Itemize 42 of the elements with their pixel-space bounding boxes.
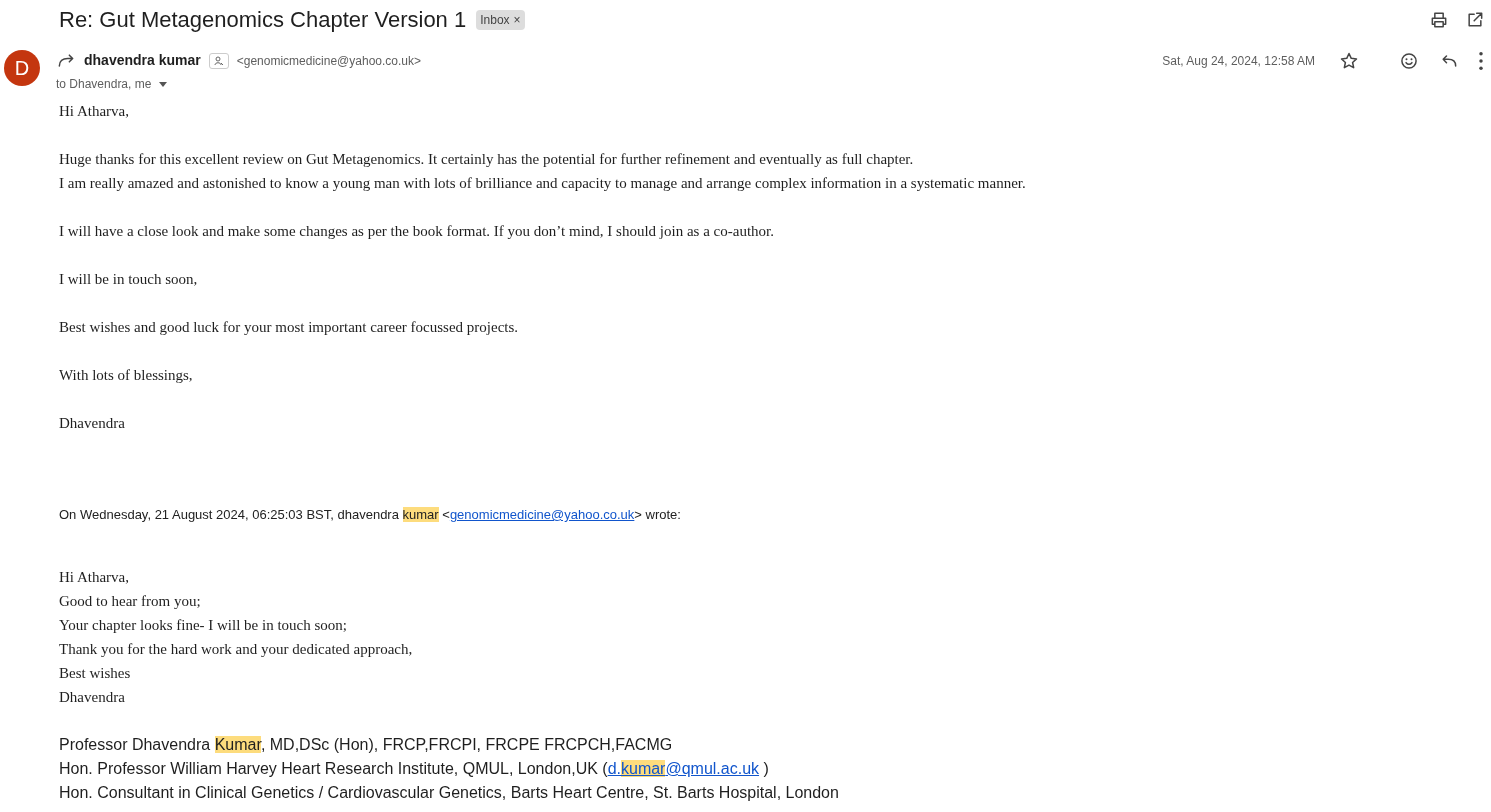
body-text-line: I will be in touch soon, — [59, 270, 199, 289]
quoted-text-line: Good to hear from you; — [59, 592, 202, 611]
printer-icon — [1429, 10, 1449, 30]
quoted-text-line: Thank you for the hard work and your dedicated approach, — [59, 640, 414, 659]
quoted-text-line: Hi Atharva, — [59, 568, 130, 587]
sender-avatar: D — [4, 50, 40, 86]
quoted-text-line: Dhavendra — [59, 688, 126, 707]
body-text-line: With lots of blessings, — [59, 366, 194, 385]
remove-label-button[interactable]: × — [513, 14, 521, 26]
email-link[interactable]: kumar — [621, 760, 666, 777]
body-text-line: I will have a close look and make some changes as per the book format. If you don’t mind, I should join as a co-author. — [59, 222, 775, 241]
recipients-dropdown[interactable]: to Dhavendra, me — [56, 75, 168, 93]
quoted-text-line: Your chapter looks fine- I will be in touch soon; — [59, 616, 349, 635]
smiley-icon — [1399, 50, 1419, 71]
more-options-button[interactable] — [1479, 51, 1483, 70]
contact-badge-icon — [208, 52, 229, 69]
quote-header: On Wednesday, 21 August 2024, 06:25:03 BST, dhavendra kumar <genomicmedicine@yahoo.co.uk> wrote: — [58, 506, 682, 524]
body-text-line: Hi Atharva, — [59, 102, 130, 121]
print-button[interactable] — [1429, 10, 1449, 30]
email-link[interactable]: d. — [607, 760, 621, 777]
more-vertical-icon — [1479, 51, 1483, 70]
body-text-line: Best wishes and good luck for your most important career focussed projects. — [59, 318, 520, 337]
sender-name: dhavendra kumar — [84, 51, 201, 70]
email-subject: Re: Gut Metagenomics Chapter Version 1 — [59, 6, 467, 34]
email-link[interactable]: genomicmedicine@yahoo.co.uk — [449, 507, 635, 522]
open-new-window-button[interactable] — [1465, 10, 1485, 30]
signature-line: Professor Dhavendra Kumar, MD,DSc (Hon), FRCP,FRCPI, FRCPE FRCPCH,FACMG — [59, 735, 674, 755]
body-text-line: Dhavendra — [59, 414, 126, 433]
sender-email: <genomicmedicine@yahoo.co.uk> — [236, 52, 421, 70]
open-external-icon — [1465, 10, 1485, 30]
signature-line: Hon. Professor William Harvey Heart Research Institute, QMUL, London,UK (d.kumar@qmul.ac.uk ) — [59, 759, 770, 779]
quoted-text-line: Best wishes — [59, 664, 132, 683]
body-text-line: Huge thanks for this excellent review on Gut Metagenomics. It certainly has the potential for further refinement and eventually as full chapter. — [59, 150, 915, 169]
email-date: Sat, Aug 24, 2024, 12:58 AM — [1162, 52, 1315, 70]
email-link[interactable]: @qmul.ac.uk — [665, 760, 760, 777]
emoji-reaction-button[interactable] — [1399, 50, 1419, 71]
star-icon — [1339, 50, 1359, 71]
body-text-line: I am really amazed and astonished to know a young man with lots of brilliance and capacity to manage and arrange complex information in a systematic manner. — [59, 174, 1027, 193]
signature-line: Hon. Consultant in Clinical Genetics / Cardiovascular Genetics, Barts Heart Centre, St. Barts Hospital, London — [59, 783, 840, 803]
star-button[interactable] — [1339, 50, 1359, 71]
label-text: Inbox — [480, 12, 510, 29]
caret-icon — [159, 81, 168, 87]
